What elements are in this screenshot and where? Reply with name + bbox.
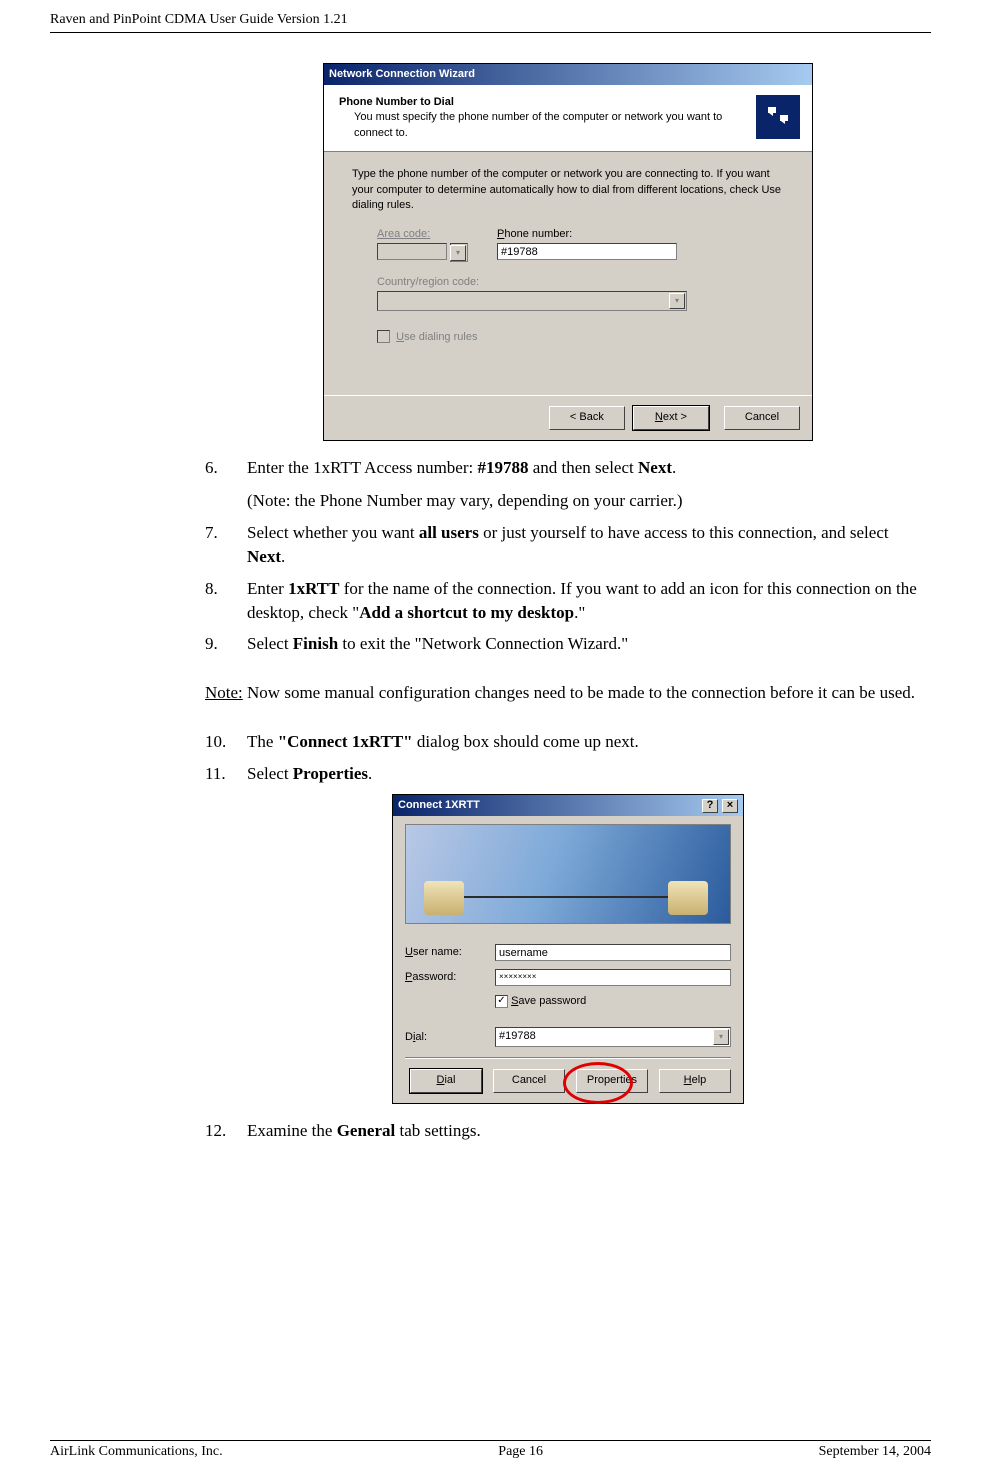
footer-right: September 14, 2004 [819, 1442, 931, 1462]
dialog-titlebar: Connect 1XRTT ? × [393, 795, 743, 816]
footer-center: Page 16 [498, 1442, 543, 1462]
footer-left: AirLink Communications, Inc. [50, 1442, 223, 1462]
phone-number-input[interactable]: #19788 [497, 243, 677, 260]
step-12: 12. Examine the General tab settings. [247, 1119, 931, 1143]
step-6: 6. Enter the 1xRTT Access number: #19788… [247, 456, 931, 514]
dialog-subtext: You must specify the phone number of the… [339, 110, 734, 141]
dial-label: Dial: [405, 1030, 495, 1045]
use-dialing-rules-label: Use dialing rules [393, 331, 477, 343]
step-7: 7. Select whether you want all users or … [247, 521, 931, 569]
step-10: 10. The "Connect 1xRTT" dialog box shoul… [247, 730, 931, 754]
network-connection-wizard-dialog: Network Connection Wizard Phone Number t… [323, 63, 813, 441]
step-6-note: (Note: the Phone Number may vary, depend… [247, 489, 931, 513]
next-button[interactable]: Next > [633, 406, 709, 429]
dial-select[interactable]: #19788 ▾ [495, 1027, 731, 1047]
chevron-down-icon: ▾ [713, 1029, 729, 1045]
dialog-titlebar: Network Connection Wizard [324, 64, 812, 85]
password-input[interactable]: ×××××××× [495, 969, 731, 986]
username-label: User name: [405, 945, 495, 960]
dialer-artwork [405, 824, 731, 924]
username-input[interactable]: username [495, 944, 731, 961]
close-icon[interactable]: × [722, 799, 738, 813]
step-11: 11. Select Properties. [247, 762, 931, 786]
properties-button[interactable]: Properties [576, 1069, 648, 1092]
country-code-select: ▾ [377, 291, 687, 311]
cancel-button[interactable]: Cancel [724, 406, 800, 429]
country-code-label: Country/region code: [377, 275, 479, 290]
area-code-input [377, 243, 447, 260]
use-dialing-rules-checkbox[interactable] [377, 330, 390, 343]
step-9: 9. Select Finish to exit the "Network Co… [247, 632, 931, 656]
connect-1xrtt-dialog: Connect 1XRTT ? × User name: [392, 794, 744, 1104]
page-footer: AirLink Communications, Inc. Page 16 Sep… [50, 1440, 931, 1462]
dialog-heading: Phone Number to Dial [339, 95, 797, 110]
dialog-title: Network Connection Wizard [329, 67, 475, 82]
dial-button[interactable]: Dial [410, 1069, 482, 1092]
dialog-title: Connect 1XRTT [398, 798, 480, 813]
dialog-instructions: Type the phone number of the computer or… [352, 167, 784, 213]
step-8: 8. Enter 1xRTT for the name of the conne… [247, 577, 931, 625]
cancel-button[interactable]: Cancel [493, 1069, 565, 1092]
area-code-label: Area code: [377, 227, 430, 242]
back-button[interactable]: < Back [549, 406, 625, 429]
chevron-down-icon: ▾ [669, 293, 685, 309]
help-icon[interactable]: ? [702, 799, 718, 813]
chevron-down-icon: ▾ [450, 245, 466, 261]
password-label: Password: [405, 970, 495, 985]
save-password-checkbox[interactable]: ✓ [495, 995, 508, 1008]
help-button[interactable]: Help [659, 1069, 731, 1092]
phone-number-label: Phone number: [497, 227, 572, 242]
save-password-label: Save password [508, 994, 586, 1009]
page-header: Raven and PinPoint CDMA User Guide Versi… [50, 10, 931, 33]
phone-network-icon [756, 95, 800, 139]
note-paragraph: Note: Now some manual configuration chan… [205, 681, 931, 705]
